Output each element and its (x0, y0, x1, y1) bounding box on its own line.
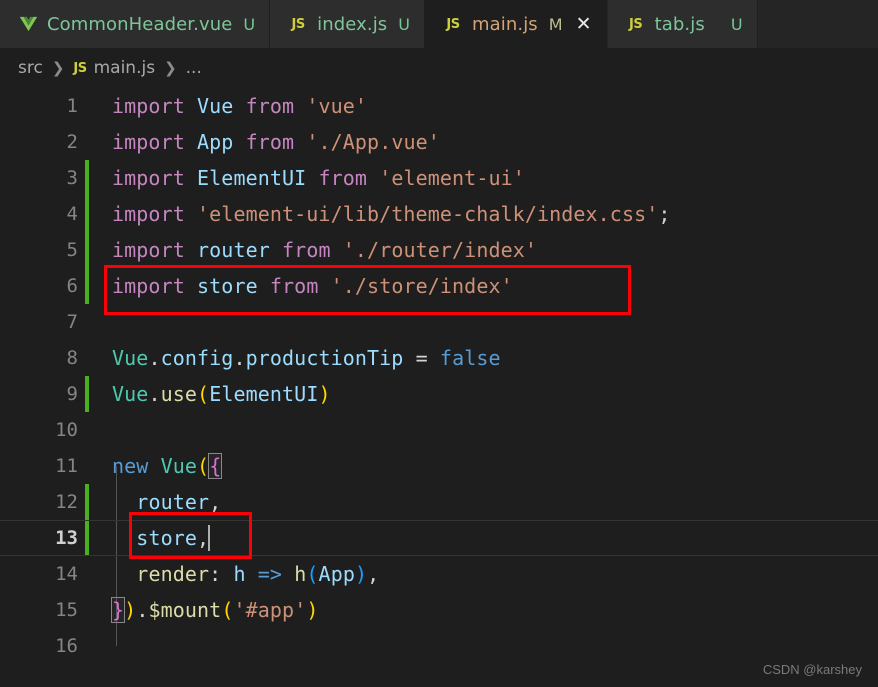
tab-index-js[interactable]: JS index.js U (270, 0, 426, 48)
tab-status-badge: M (548, 14, 563, 34)
line-number: 4 (66, 203, 78, 225)
editor-tab-bar: CommonHeader.vue U JS index.js U JS main… (0, 0, 878, 48)
code-line[interactable]: 4 import 'element-ui/lib/theme-chalk/ind… (0, 196, 878, 232)
code-text: import 'element-ui/lib/theme-chalk/index… (112, 202, 671, 226)
code-text: import Vue from 'vue' (112, 94, 368, 118)
code-line-current[interactable]: 13 store, (0, 520, 878, 556)
line-number: 10 (55, 419, 78, 441)
breadcrumb-item-main-js[interactable]: main.js (94, 58, 155, 78)
code-text: }).$mount('#app') (110, 597, 319, 623)
line-number: 11 (55, 455, 78, 477)
tab-status-badge: U (243, 14, 256, 34)
line-number: 2 (66, 131, 78, 153)
line-number: 16 (55, 635, 78, 657)
line-number: 14 (55, 563, 78, 585)
code-text: store, (136, 525, 211, 551)
tab-status-badge: U (398, 14, 411, 34)
breadcrumb-item-symbols[interactable]: ... (186, 58, 202, 78)
code-line[interactable]: 6 import store from './store/index' (0, 268, 878, 304)
code-line[interactable]: 2 import App from './App.vue' (0, 124, 878, 160)
line-number: 6 (66, 275, 78, 297)
code-editor[interactable]: 1 import Vue from 'vue' 2 import App fro… (0, 88, 878, 687)
code-text: new Vue({ (112, 453, 223, 479)
code-text: import ElementUI from 'element-ui' (112, 166, 525, 190)
vue-icon (18, 14, 38, 34)
code-line[interactable]: 11 new Vue({ (0, 448, 878, 484)
line-number: 8 (66, 347, 78, 369)
code-text: import App from './App.vue' (112, 130, 440, 154)
code-text: import store from './store/index' (112, 274, 513, 298)
chevron-right-icon: ❯ (164, 59, 177, 77)
line-number: 7 (66, 311, 78, 333)
code-line[interactable]: 7 (0, 304, 878, 340)
code-text: router, (136, 490, 222, 514)
code-line[interactable]: 10 (0, 412, 878, 448)
tab-tab-js[interactable]: JS tab.js U (607, 0, 758, 48)
code-line[interactable]: 15 }).$mount('#app') (0, 592, 878, 628)
code-line[interactable]: 1 import Vue from 'vue' (0, 88, 878, 124)
close-icon[interactable]: ✕ (575, 14, 593, 34)
tab-label: CommonHeader.vue (47, 13, 233, 35)
code-text: Vue.use(ElementUI) (112, 382, 331, 406)
breadcrumb: src ❯ JS main.js ❯ ... (0, 48, 878, 88)
code-text: import router from './router/index' (112, 238, 538, 262)
tab-commonheader-vue[interactable]: CommonHeader.vue U (0, 0, 271, 48)
code-line[interactable]: 14 render: h => h(App), (0, 556, 878, 592)
tab-label: main.js (472, 13, 538, 35)
tab-main-js[interactable]: JS main.js M ✕ (425, 0, 608, 48)
code-line[interactable]: 3 import ElementUI from 'element-ui' (0, 160, 878, 196)
tab-status-badge: U (730, 14, 743, 34)
code-line[interactable]: 9 Vue.use(ElementUI) (0, 376, 878, 412)
line-number: 1 (66, 95, 78, 117)
breadcrumb-item-src[interactable]: src (18, 58, 43, 78)
code-text: render: h => h(App), (136, 562, 380, 586)
js-icon: JS (629, 16, 643, 32)
vscode-editor-window: CommonHeader.vue U JS index.js U JS main… (0, 0, 878, 687)
watermark: CSDN @karshey (762, 662, 862, 677)
line-number: 3 (66, 167, 78, 189)
js-icon: JS (446, 16, 460, 32)
code-line[interactable]: 5 import router from './router/index' (0, 232, 878, 268)
tab-label: tab.js (654, 13, 705, 35)
line-number: 5 (66, 239, 78, 261)
line-number: 12 (55, 491, 78, 513)
js-icon: JS (291, 16, 306, 32)
text-cursor (208, 525, 211, 551)
code-text: Vue.config.productionTip = false (112, 346, 501, 370)
code-line[interactable]: 12 router, (0, 484, 878, 520)
chevron-right-icon: ❯ (51, 59, 65, 77)
code-line[interactable]: 16 (0, 628, 878, 664)
code-line[interactable]: 8 Vue.config.productionTip = false (0, 340, 878, 376)
line-number: 9 (66, 383, 78, 405)
tab-label: index.js (317, 13, 388, 35)
line-number: 13 (55, 527, 78, 549)
line-number: 15 (55, 599, 78, 621)
js-icon: JS (73, 60, 87, 76)
